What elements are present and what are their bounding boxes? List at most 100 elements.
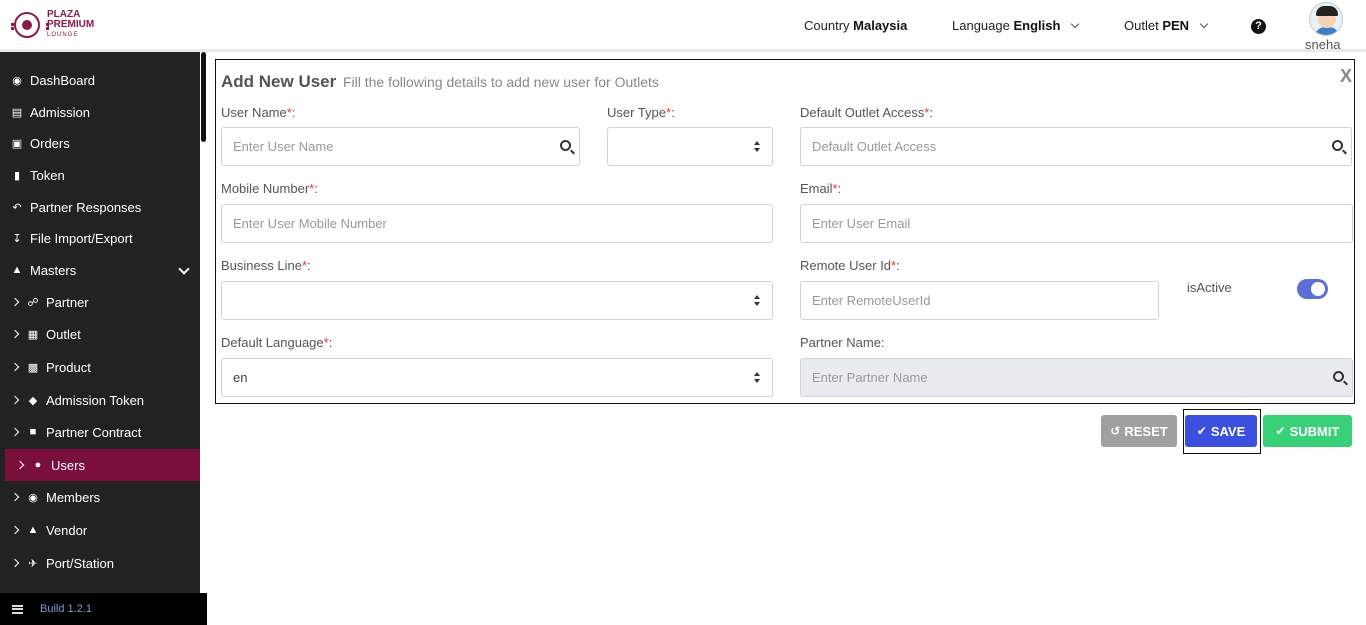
gift-icon: ▩: [27, 361, 39, 374]
business-line-label-text: Business Line: [221, 258, 302, 273]
default-outlet-access-label-text: Default Outlet Access: [800, 105, 925, 120]
mobile-number-label: Mobile Number*:: [221, 181, 318, 196]
select-arrows-icon: [754, 141, 761, 154]
user-name-placeholder: Enter User Name: [233, 139, 334, 154]
sidebar-item-admission-token[interactable]: ◆ Admission Token: [0, 384, 200, 416]
partner-name-label: Partner Name:: [800, 335, 885, 350]
sidebar-item-label: Partner: [46, 294, 89, 310]
sitemap-icon: ▲: [11, 264, 23, 276]
partner-name-input: Enter Partner Name: [800, 358, 1353, 397]
avatar[interactable]: [1309, 2, 1343, 36]
sidebar-item-partner[interactable]: ☍ Partner: [0, 286, 200, 318]
sidebar: ◉ DashBoard ▤ Admission ▣ Orders ▮ Token…: [0, 52, 207, 625]
mobile-number-input[interactable]: Enter User Mobile Number: [221, 204, 773, 243]
user-icon: ●: [34, 459, 42, 471]
chevron-right-icon: [10, 329, 20, 339]
email-input[interactable]: Enter User Email: [800, 204, 1353, 243]
sidebar-item-label: Partner Contract: [46, 424, 142, 440]
user-name-input[interactable]: Enter User Name: [221, 127, 580, 166]
chevron-right-icon: [10, 558, 20, 568]
user-name[interactable]: sneha: [1305, 37, 1340, 52]
help-icon[interactable]: ?: [1251, 19, 1266, 34]
check-icon: ✔: [1196, 424, 1207, 438]
user-type-label-text: User Type: [607, 105, 667, 120]
sidebar-item-token[interactable]: ▮ Token: [0, 159, 200, 191]
sidebar-item-label: Outlet: [46, 326, 81, 342]
logo-mark-icon: [11, 12, 49, 38]
country-indicator: Country Malaysia: [804, 18, 907, 33]
user-type-select[interactable]: [607, 127, 773, 166]
build-version: Build 1.2.1: [40, 603, 92, 615]
default-outlet-access-label: Default Outlet Access*:: [800, 105, 933, 120]
dashboard-icon: ◉: [12, 74, 22, 87]
outlet-label: Outlet: [1124, 18, 1159, 33]
business-line-select[interactable]: [221, 281, 773, 320]
is-active-toggle[interactable]: [1297, 279, 1328, 299]
search-icon[interactable]: [1332, 140, 1343, 151]
handshake-icon: ☍: [27, 296, 39, 309]
sidebar-item-outlet[interactable]: ▦ Outlet: [0, 318, 200, 350]
label-colon: :: [291, 105, 296, 120]
chevron-right-icon: [15, 460, 25, 470]
top-header: PLAZA PREMIUM LOUNGE Country Malaysia La…: [0, 0, 1366, 52]
select-arrows-icon: [754, 295, 761, 308]
sidebar-item-users[interactable]: ● Users: [5, 449, 200, 481]
sidebar-item-members[interactable]: ◉ Members: [0, 481, 200, 513]
logo-line-2: PREMIUM: [47, 19, 95, 30]
save-button[interactable]: ✔ SAVE: [1185, 415, 1257, 447]
default-language-select[interactable]: en: [221, 358, 773, 397]
sidebar-item-file-import-export[interactable]: ↧ File Import/Export: [0, 222, 200, 254]
submit-button[interactable]: ✔ SUBMIT: [1263, 415, 1352, 447]
sidebar-scrollbar[interactable]: [200, 52, 207, 593]
sidebar-item-admission[interactable]: ▤ Admission: [0, 96, 200, 128]
sidebar-item-product[interactable]: ▩ Product: [0, 351, 200, 383]
plaza-premium-logo[interactable]: PLAZA PREMIUM LOUNGE: [11, 10, 95, 40]
user-name-label-text: User Name: [221, 105, 287, 120]
partner-name-placeholder: Enter Partner Name: [812, 370, 928, 385]
search-icon[interactable]: [560, 140, 571, 151]
language-dropdown[interactable]: Language English: [952, 18, 1080, 33]
chevron-right-icon: [10, 427, 20, 437]
sidebar-item-port-station[interactable]: ✈ Port/Station: [0, 547, 200, 579]
avatar-body: [1315, 27, 1339, 35]
sidebar-item-label: Partner Responses: [30, 199, 142, 215]
logo-line-3: LOUNGE: [47, 32, 79, 38]
download-icon: ↧: [12, 232, 22, 245]
default-language-label: Default Language*:: [221, 335, 332, 350]
language-value: English: [1013, 18, 1061, 33]
scrollbar-thumb[interactable]: [201, 52, 206, 142]
mobile-number-label-text: Mobile Number: [221, 181, 310, 196]
email-label-text: Email: [800, 181, 833, 196]
sidebar-item-partner-responses[interactable]: ↶ Partner Responses: [0, 191, 200, 223]
email-placeholder: Enter User Email: [812, 216, 911, 231]
label-colon: :: [837, 181, 842, 196]
country-value: Malaysia: [853, 18, 908, 33]
select-arrows-icon: [754, 372, 761, 385]
close-icon[interactable]: X: [1340, 66, 1352, 87]
sidebar-item-vendor[interactable]: ▲ Vendor: [0, 514, 200, 546]
user-type-label: User Type*:: [607, 105, 675, 120]
label-colon: :: [896, 258, 900, 273]
outlet-dropdown[interactable]: Outlet PEN: [1124, 18, 1208, 33]
sidebar-item-orders[interactable]: ▣ Orders: [0, 127, 200, 159]
form-title: Add New User: [221, 72, 337, 91]
label-colon: :: [929, 105, 933, 120]
sidebar-item-masters[interactable]: ▲ Masters: [0, 254, 200, 286]
sidebar-item-label: File Import/Export: [30, 230, 133, 246]
reset-button[interactable]: ↺ RESET: [1101, 415, 1177, 447]
sidebar-footer: Build 1.2.1: [0, 593, 207, 625]
menu-icon[interactable]: [12, 604, 23, 614]
reply-icon: ↶: [12, 201, 22, 214]
label-colon: :: [314, 181, 318, 196]
add-user-panel: Add New User Fill the following details …: [215, 59, 1355, 404]
tag-icon: ◆: [28, 394, 38, 407]
sidebar-item-dashboard[interactable]: ◉ DashBoard: [0, 64, 200, 96]
chevron-right-icon: [10, 492, 20, 502]
chevron-right-icon: [10, 297, 20, 307]
chevron-right-icon: [10, 395, 20, 405]
sidebar-item-partner-contract[interactable]: ■ Partner Contract: [0, 416, 200, 448]
reset-icon: ↺: [1110, 424, 1121, 438]
default-outlet-access-input[interactable]: Default Outlet Access: [800, 127, 1352, 166]
remote-user-id-input[interactable]: Enter RemoteUserId: [800, 281, 1159, 320]
mobile-number-placeholder: Enter User Mobile Number: [233, 216, 387, 231]
